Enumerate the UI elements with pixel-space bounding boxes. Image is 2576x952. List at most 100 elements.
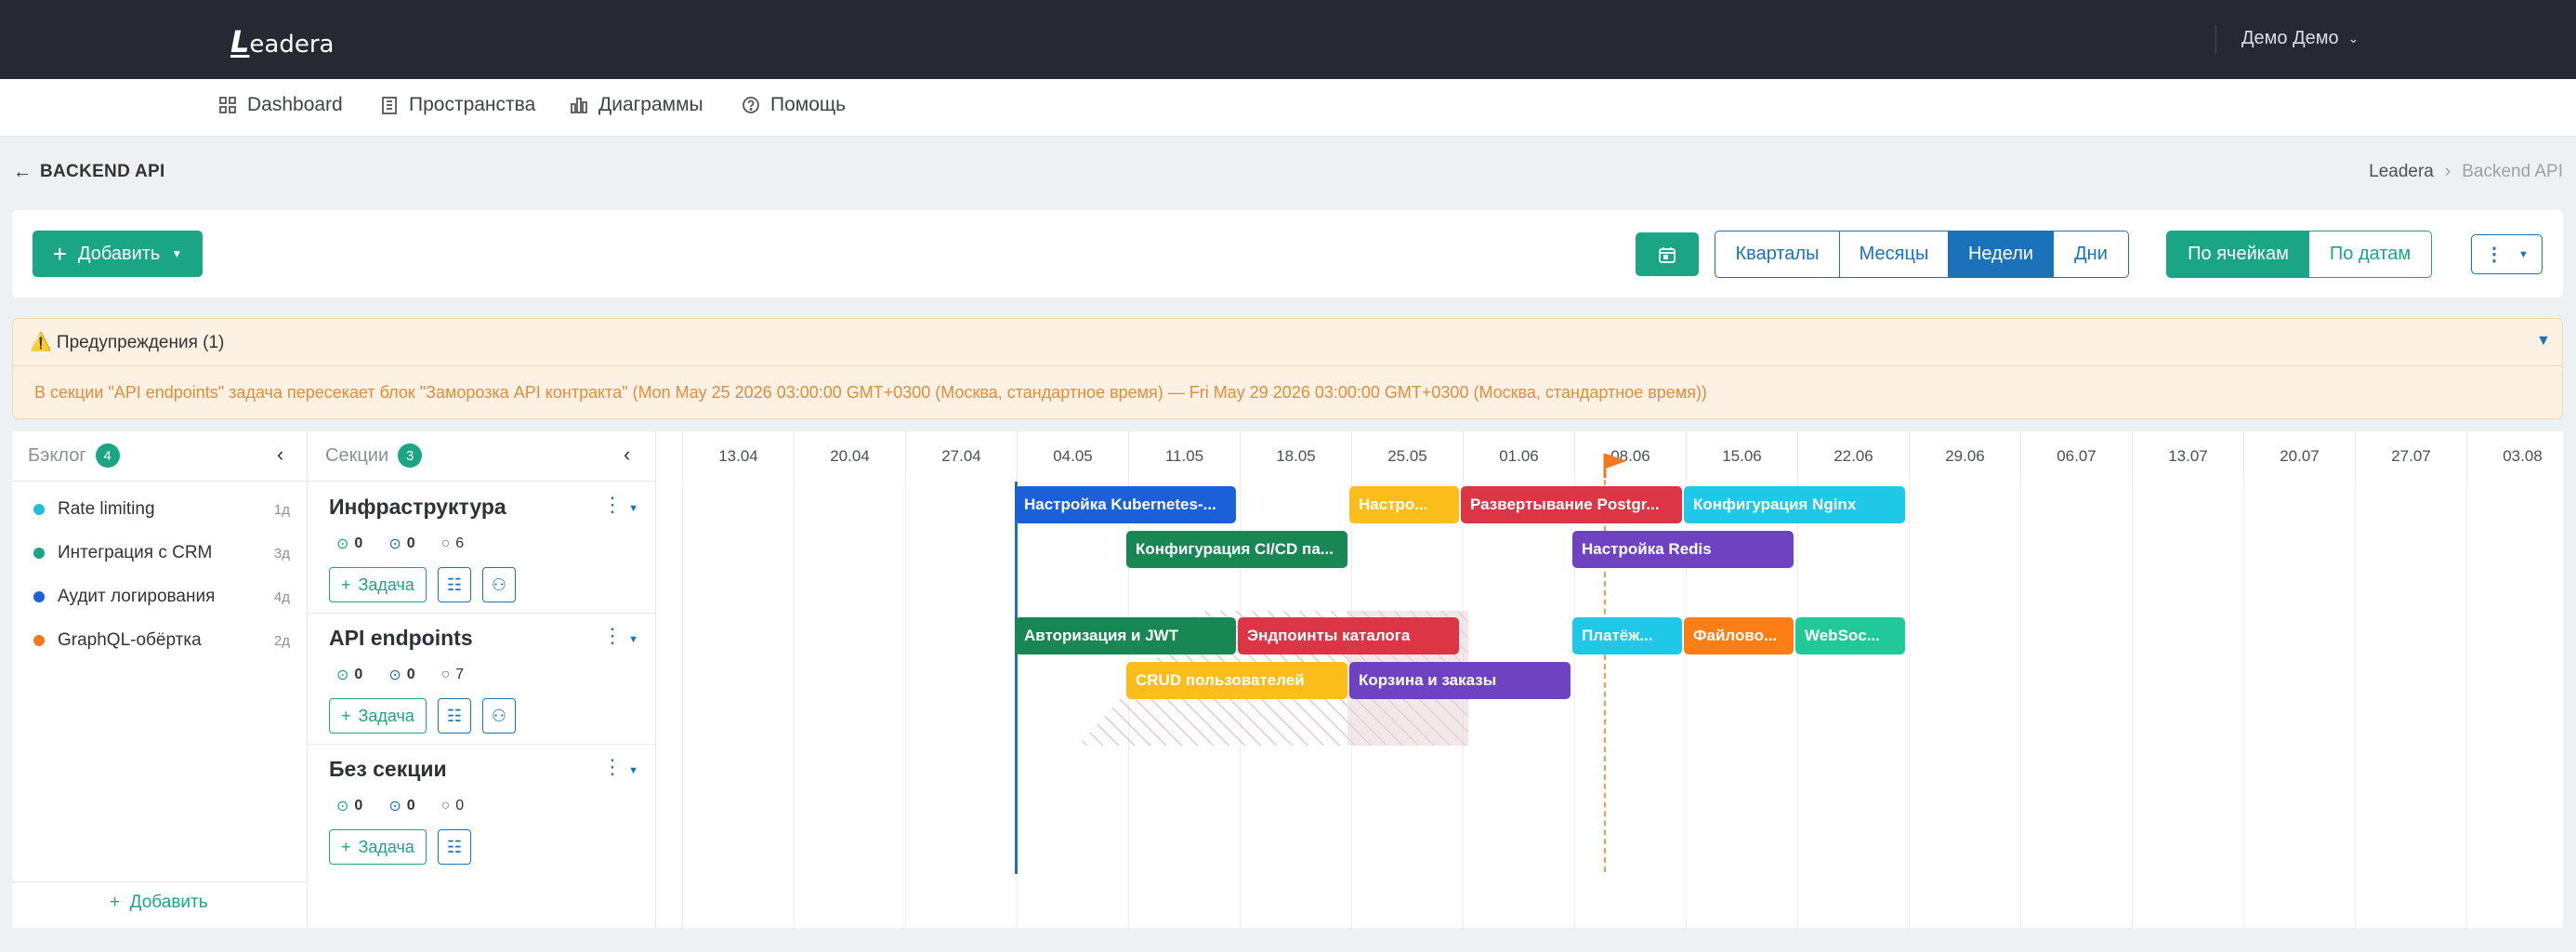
mode-dates[interactable]: По датам: [2309, 231, 2431, 277]
week-header: 03.08: [2466, 431, 2576, 482]
task-bar[interactable]: Конфигурация Nginx: [1684, 486, 1905, 523]
user-menu[interactable]: Демо Демо ⌄: [2241, 28, 2359, 49]
scale-quarters[interactable]: Кварталы: [1715, 231, 1840, 277]
clock-icon: ⊙: [388, 536, 401, 552]
scale-weeks[interactable]: Недели: [1949, 231, 2054, 277]
warnings-title: ⚠️ Предупреждения (1): [30, 333, 225, 352]
color-dot: [33, 635, 45, 646]
section-menu-icon[interactable]: ⋮ ▼: [602, 493, 638, 517]
section-menu-icon[interactable]: ⋮ ▼: [602, 755, 638, 779]
warnings-header[interactable]: ⚠️ Предупреждения (1): [12, 318, 2563, 366]
nav-label: Помощь: [770, 94, 847, 115]
todo-stat: ○ 6: [440, 536, 465, 551]
week-header: 15.06: [1686, 431, 1797, 482]
breadcrumb-link[interactable]: Leadera: [2369, 162, 2434, 182]
scale-months[interactable]: Месяцы: [1840, 231, 1949, 277]
task-bar[interactable]: Настройка Kubernetes-...: [1015, 486, 1236, 523]
week-header: 20.04: [794, 431, 905, 482]
add-task-button[interactable]: + Задача: [329, 698, 427, 734]
group-icon[interactable]: ⚇: [481, 567, 516, 602]
task-bar[interactable]: Конфигурация CI/CD па...: [1126, 531, 1347, 568]
caret-down-icon: ▼: [171, 247, 183, 260]
done-stat: ⊙ 0: [336, 536, 363, 552]
backlog-add-button[interactable]: + Добавить: [110, 892, 208, 913]
scale-switch: Кварталы Месяцы Недели Дни: [1715, 231, 2129, 278]
mode-cells[interactable]: По ячейкам: [2167, 231, 2309, 277]
collapse-backlog-icon[interactable]: ‹: [277, 443, 283, 467]
backlog-item[interactable]: Интеграция с CRM 3д: [33, 543, 290, 563]
clock-icon: ⊙: [388, 668, 401, 683]
task-bar[interactable]: CRUD пользователей: [1126, 662, 1347, 699]
backlog-item-duration: 4д: [273, 588, 290, 605]
calendar-icon: [1659, 246, 1676, 263]
task-bar[interactable]: Файлово...: [1684, 617, 1794, 654]
week-header: 13.04: [682, 431, 794, 482]
add-button[interactable]: + Добавить ▼: [33, 231, 203, 277]
task-bar[interactable]: Корзина и заказы: [1349, 662, 1571, 699]
grid-line: [2243, 482, 2244, 928]
backlog-item[interactable]: GraphQL-обёртка 2д: [33, 630, 290, 651]
done-stat: ⊙ 0: [336, 667, 363, 683]
todo-stat: ○ 0: [440, 798, 465, 813]
task-bar[interactable]: Авторизация и JWT: [1015, 617, 1236, 654]
backlog-item[interactable]: Аудит логирования 4д: [33, 587, 290, 607]
nav-label: Диаграммы: [598, 94, 703, 115]
backlog-item[interactable]: Rate limiting 1д: [33, 499, 290, 520]
task-bar[interactable]: Эндпоинты каталога: [1238, 617, 1459, 654]
grid-line: [2466, 482, 2467, 928]
template-icon[interactable]: ☷: [437, 567, 471, 602]
section-menu-icon[interactable]: ⋮ ▼: [602, 624, 638, 648]
nav-spaces[interactable]: Пространства: [379, 94, 535, 116]
user-name: Демо Демо: [2241, 28, 2339, 48]
task-bar[interactable]: WebSoc...: [1795, 617, 1905, 654]
sections-title: Секции: [325, 444, 389, 466]
color-dot: [33, 504, 45, 515]
week-header: 11.05: [1128, 431, 1240, 482]
add-button-label: Добавить: [77, 243, 161, 264]
task-bar[interactable]: Развертывание Postgr...: [1461, 486, 1682, 523]
page-title: BACKEND API: [40, 162, 165, 181]
group-icon[interactable]: ⚇: [481, 698, 516, 734]
nav-help[interactable]: Помощь: [741, 94, 846, 116]
week-header: 01.06: [1463, 431, 1574, 482]
section-title: Инфраструктура: [329, 495, 506, 519]
done-stat: ⊙ 0: [336, 798, 363, 814]
check-circle-icon: ⊙: [336, 536, 349, 552]
add-task-button[interactable]: + Задача: [329, 829, 427, 865]
add-task-button[interactable]: + Задача: [329, 567, 427, 602]
caret-down-icon: ▼: [2518, 248, 2529, 260]
logo[interactable]: Leadera: [230, 24, 334, 60]
progress-stat: ⊙ 0: [388, 667, 415, 683]
section-title: Без секции: [329, 757, 447, 781]
template-icon[interactable]: ☷: [437, 698, 471, 734]
building-icon: [382, 97, 397, 114]
template-icon[interactable]: ☷: [437, 829, 471, 865]
nav-dashboard[interactable]: Dashboard: [217, 94, 343, 116]
collapse-icon[interactable]: ▼: [2536, 333, 2551, 350]
backlog-item-label: Аудит логирования: [58, 587, 216, 606]
week-header: 18.05: [1240, 431, 1351, 482]
section-actions: + Задача ☷ ⚇: [329, 567, 516, 602]
chevron-down-icon: ⌄: [2347, 31, 2359, 46]
grid-line: [1909, 482, 1910, 928]
task-bar[interactable]: Настро...: [1349, 486, 1459, 523]
backlog-item-duration: 2д: [273, 632, 290, 649]
grid-line: [794, 482, 795, 928]
back-arrow-icon[interactable]: ←: [13, 162, 32, 183]
flag-icon[interactable]: [1602, 452, 1630, 480]
circle-icon: ○: [440, 536, 451, 551]
circle-icon: ○: [440, 798, 451, 813]
week-header: 06.07: [2020, 431, 2132, 482]
nav-charts[interactable]: Диаграммы: [569, 94, 703, 116]
progress-stat: ⊙ 0: [388, 536, 415, 552]
collapse-sections-icon[interactable]: ‹: [624, 443, 630, 467]
scale-days[interactable]: Дни: [2054, 231, 2128, 277]
divider: [2215, 25, 2216, 54]
task-bar[interactable]: Настройка Redis: [1572, 531, 1794, 568]
more-options-button[interactable]: ⋮ ▼: [2471, 234, 2543, 274]
calendar-button[interactable]: [1636, 232, 1699, 276]
sections-header: Секции 3: [325, 443, 423, 468]
todo-stat: ○ 7: [440, 667, 465, 682]
section-stats: ⊙ 0 ⊙ 0 ○ 6: [336, 535, 464, 553]
task-bar[interactable]: Платёж...: [1572, 617, 1682, 654]
